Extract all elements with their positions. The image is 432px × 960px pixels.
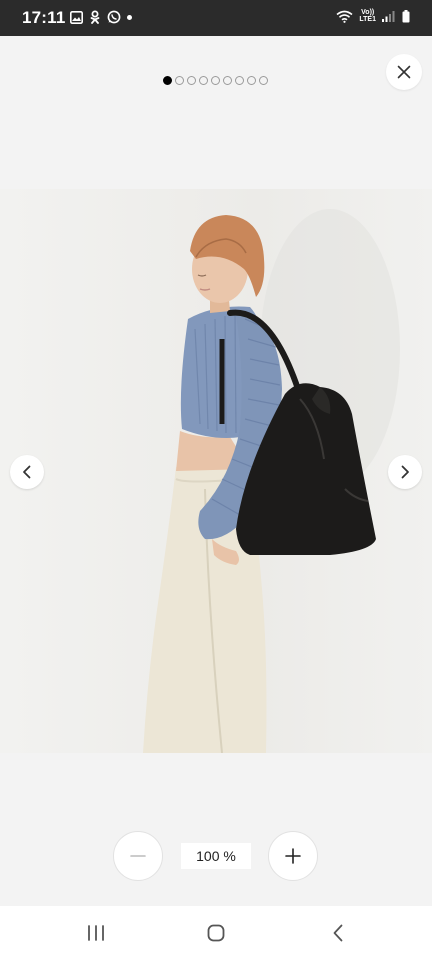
notification-dot [127, 14, 132, 20]
zoom-controls: 100 % [0, 831, 432, 881]
previous-image-button[interactable] [10, 455, 44, 489]
product-photo[interactable] [0, 189, 432, 753]
pagination-dots [163, 76, 268, 85]
minus-icon [130, 855, 146, 857]
pagination-dot[interactable] [211, 76, 220, 85]
chevron-right-icon [401, 465, 409, 479]
home-icon [207, 924, 225, 942]
gallery-icon [70, 10, 83, 24]
status-bar: 17:11 Vo)) LTE1 [0, 0, 432, 36]
model-with-bag-image [0, 189, 432, 753]
lte-label: LTE1 [359, 16, 376, 23]
plus-icon [285, 848, 301, 864]
home-button[interactable] [201, 920, 231, 946]
next-image-button[interactable] [388, 455, 422, 489]
zoom-out-button[interactable] [113, 831, 163, 881]
back-icon [333, 924, 343, 942]
chevron-left-icon [23, 465, 31, 479]
pagination-dot[interactable] [187, 76, 196, 85]
pagination-dot[interactable] [235, 76, 244, 85]
status-left-icons [70, 10, 132, 24]
zoom-in-button[interactable] [268, 831, 318, 881]
zoom-level: 100 % [181, 843, 251, 869]
pagination-dot[interactable] [259, 76, 268, 85]
pagination-dot[interactable] [175, 76, 184, 85]
network-indicator: Vo)) LTE1 [359, 9, 376, 23]
battery-icon [402, 9, 410, 22]
whatsapp-icon [107, 10, 121, 24]
wifi-icon [336, 10, 353, 23]
pagination-dot[interactable] [247, 76, 256, 85]
close-icon [397, 65, 411, 79]
signal-icon [382, 11, 395, 22]
status-right-icons: Vo)) LTE1 [336, 9, 410, 23]
volte-label: Vo)) [361, 9, 375, 16]
ok-icon [90, 10, 100, 24]
pagination-dot[interactable] [199, 76, 208, 85]
system-navigation-bar [0, 906, 432, 960]
close-button[interactable] [386, 54, 422, 90]
back-button[interactable] [323, 920, 353, 946]
pagination-dot[interactable] [163, 76, 172, 85]
pagination-dot[interactable] [223, 76, 232, 85]
image-viewer: 100 % [0, 36, 432, 906]
recents-icon [88, 925, 104, 941]
status-time: 17:11 [22, 8, 66, 27]
recents-button[interactable] [81, 920, 111, 946]
